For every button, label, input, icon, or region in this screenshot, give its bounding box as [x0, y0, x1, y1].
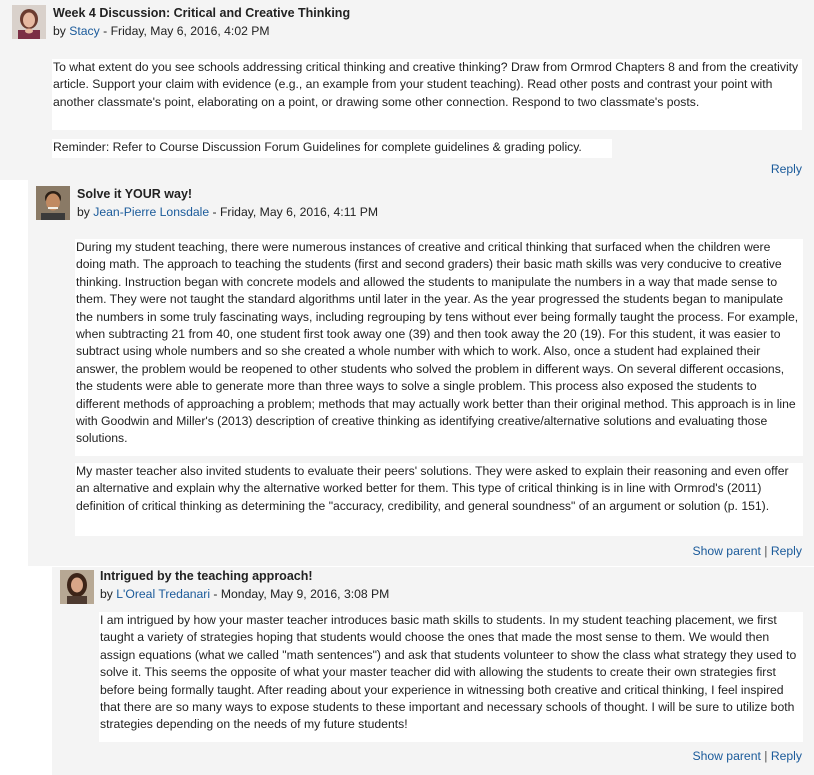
post-content: During my student teaching, there were n… — [75, 239, 803, 456]
avatar[interactable] — [60, 570, 94, 604]
post-content: Reminder: Refer to Course Discussion For… — [52, 139, 612, 158]
post-paragraph: My master teacher also invited students … — [76, 464, 789, 513]
post-paragraph: Reminder: Refer to Course Discussion For… — [53, 140, 582, 154]
command-separator: | — [764, 749, 768, 763]
post-byline: by Stacy - Friday, May 6, 2016, 4:02 PM — [53, 24, 270, 38]
post-date: - Friday, May 6, 2016, 4:02 PM — [99, 24, 270, 38]
post-byline: by Jean-Pierre Lonsdale - Friday, May 6,… — [77, 205, 378, 219]
forum-post: Solve it YOUR way! by Jean-Pierre Lonsda… — [28, 180, 814, 566]
post-byline: by L'Oreal Tredanari - Monday, May 9, 20… — [100, 587, 389, 601]
show-parent-link[interactable]: Show parent — [692, 749, 760, 763]
post-commands: Reply — [771, 162, 802, 176]
post-content: I am intrigued by how your master teache… — [99, 612, 803, 742]
post-paragraph: I am intrigued by how your master teache… — [100, 613, 797, 732]
command-separator: | — [764, 544, 768, 558]
author-link[interactable]: Stacy — [69, 24, 99, 38]
post-paragraph: To what extent do you see schools addres… — [53, 60, 799, 109]
avatar[interactable] — [12, 5, 46, 39]
byline-prefix: by — [77, 205, 90, 219]
avatar[interactable] — [36, 186, 70, 220]
post-subject: Solve it YOUR way! — [77, 187, 193, 201]
post-date: - Monday, May 9, 2016, 3:08 PM — [210, 587, 390, 601]
post-subject: Intrigued by the teaching approach! — [100, 569, 313, 583]
post-content: My master teacher also invited students … — [75, 463, 803, 536]
author-link[interactable]: Jean-Pierre Lonsdale — [93, 205, 209, 219]
show-parent-link[interactable]: Show parent — [692, 544, 760, 558]
post-paragraph: During my student teaching, there were n… — [76, 240, 799, 446]
byline-prefix: by — [100, 587, 113, 601]
author-link[interactable]: L'Oreal Tredanari — [116, 587, 210, 601]
reply-link[interactable]: Reply — [771, 162, 802, 176]
reply-link[interactable]: Reply — [771, 544, 802, 558]
post-date: - Friday, May 6, 2016, 4:11 PM — [209, 205, 379, 219]
post-commands: Show parent | Reply — [692, 749, 802, 763]
post-content: To what extent do you see schools addres… — [52, 59, 802, 130]
forum-post: Intrigued by the teaching approach! by L… — [52, 567, 814, 775]
post-commands: Show parent | Reply — [692, 544, 802, 558]
post-subject: Week 4 Discussion: Critical and Creative… — [53, 6, 351, 20]
byline-prefix: by — [53, 24, 66, 38]
reply-link[interactable]: Reply — [771, 749, 802, 763]
forum-post: Week 4 Discussion: Critical and Creative… — [0, 0, 814, 180]
